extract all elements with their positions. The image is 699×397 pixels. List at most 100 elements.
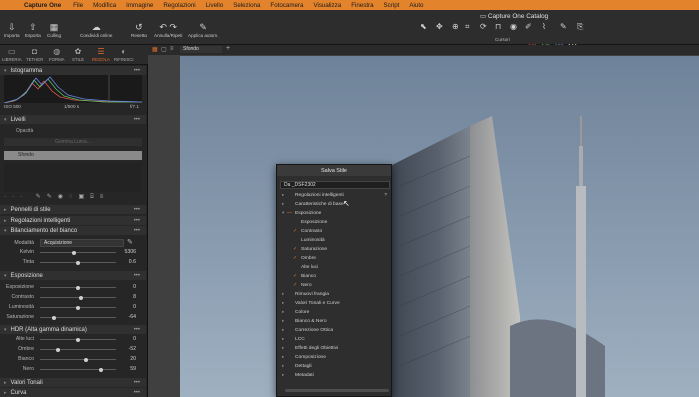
chevron-right-icon[interactable]: ▸ [282,345,284,351]
style-item[interactable]: Luminosità [277,236,391,245]
hdr-value[interactable]: 59 [118,366,136,372]
wb-slider[interactable] [40,260,116,265]
layer-select[interactable]: Sfondo [180,46,222,53]
picker-icon[interactable]: ✎ [127,238,133,246]
hdr-value[interactable]: -52 [118,346,137,352]
layer-background[interactable]: Sfondo [4,151,142,160]
style-item[interactable]: Alte luci [277,263,391,272]
wb-value[interactable]: 0.6 [118,259,136,265]
more-icon[interactable]: ••• [134,273,140,279]
photo[interactable] [180,56,699,397]
checkbox-icon[interactable]: ✓ [293,255,297,261]
checkbox-icon[interactable]: ✓ [293,282,297,288]
exposure-knob[interactable] [76,285,80,290]
wb-knob[interactable] [76,260,80,265]
cursor-zoom-icon[interactable]: ⊕ [452,22,459,31]
more-icon[interactable]: ••• [134,390,140,396]
reset-button[interactable]: ↺ Resetta [131,22,147,38]
apple-icon[interactable] [6,1,14,9]
style-item[interactable]: Esposizione [277,218,391,227]
tab-refine[interactable]: ◐ RIFINISCI [114,46,134,62]
style-item[interactable]: ▸ Valori Tonali e Curve [277,299,391,308]
checkbox-icon[interactable]: ✓ [293,228,297,234]
tab-lens[interactable]: ◍ FORMA [49,46,65,62]
menu-file[interactable]: File [73,2,83,9]
style-item[interactable]: ▸ Rimuovi frangia [277,290,391,299]
exposure-value[interactable]: 0 [118,284,136,290]
style-item[interactable]: ✓ Bianco [277,272,391,281]
checkbox-icon[interactable]: — [287,210,292,216]
hdr-header[interactable]: ▾ HDR (Alta gamma dinamica) ••• [0,325,146,334]
wb-header[interactable]: ▾ Bilanciamento del bianco ••• [0,226,146,235]
checkbox-icon[interactable]: ✓ [293,246,297,252]
more-icon[interactable]: ••• [134,207,140,213]
style-item[interactable]: ▸ Effetti degli Obiettivi [277,344,391,353]
wb-value[interactable]: 5306 [118,249,136,255]
cursor-copy-icon[interactable]: ⎘ [577,22,583,32]
hdr-knob[interactable] [56,347,61,352]
menu-view[interactable]: Visualizza [313,2,341,9]
menu-help[interactable]: Aiuto [409,2,423,9]
tonal-header[interactable]: ▸ Valori Tonali ••• [0,378,146,387]
hdr-slider[interactable] [40,347,116,352]
chevron-down-icon[interactable]: ▾ [282,210,284,216]
hdr-value[interactable]: 20 [118,356,136,362]
layers-view-icon[interactable]: ≡ [170,46,174,52]
menu-image[interactable]: Immagine [126,2,153,9]
checkbox-icon[interactable]: ✓ [293,273,297,279]
menu-window[interactable]: Finestra [351,2,373,9]
more-icon[interactable]: ••• [134,68,140,74]
hdr-slider[interactable] [40,337,116,342]
more-icon[interactable]: ••• [134,327,140,333]
style-name-input[interactable]: Da _DSF2302 [280,181,390,189]
hdr-value[interactable]: 0 [118,336,136,342]
cursor-annotate-icon[interactable]: ✐ [525,22,532,31]
style-item[interactable]: ▸ Correzione Ottica [277,326,391,335]
cursor-picker-icon[interactable]: ✎ [560,22,567,31]
wb-mode-select[interactable]: Acquisizione [40,239,124,247]
cursor-crop-icon[interactable]: ⌗ [465,22,470,32]
chevron-right-icon[interactable]: ▸ [282,300,284,306]
wb-knob[interactable] [72,250,77,255]
brushes-header[interactable]: ▸ Pennelli di stile ••• [0,205,146,214]
style-item[interactable]: ▾ — Esposizione [277,209,391,218]
exposure-knob[interactable] [79,295,84,300]
style-item[interactable]: ▸ Bianco & Nero [277,317,391,326]
menu-script[interactable]: Script [384,2,400,9]
exposure-slider[interactable] [40,295,116,300]
more-icon[interactable]: ••• [134,218,140,224]
hdr-knob[interactable] [98,367,103,372]
hdr-knob[interactable] [83,357,88,362]
hdr-slider[interactable] [40,357,116,362]
more-icon[interactable]: ••• [134,380,140,386]
cursor-spot-icon[interactable]: ◉ [510,22,517,31]
chevron-right-icon[interactable]: ▸ [282,327,284,333]
style-item[interactable]: ▸ Composizione [277,353,391,362]
tab-adjust[interactable]: ☰ REGOLA [92,46,110,62]
exposure-value[interactable]: 8 [118,294,136,300]
chevron-right-icon[interactable]: ▸ [282,309,284,315]
menu-adjustments[interactable]: Regolazioni [163,2,195,9]
histogram-header[interactable]: ▾ Istogramma ••• [0,66,146,75]
style-item[interactable]: ✓ Saturazione [277,245,391,254]
dialog-scrollbar[interactable] [285,389,389,392]
chevron-right-icon[interactable]: ▸ [282,372,284,378]
chevron-right-icon[interactable]: ▸ [282,336,284,342]
chevron-right-icon[interactable]: ▸ [282,192,284,198]
culling-button[interactable]: ▦ Culling [47,22,61,38]
style-item[interactable]: ▸ Regolazioni intelligenti? [277,191,391,200]
exposure-knob[interactable] [76,305,80,310]
more-icon[interactable]: ••• [134,228,140,234]
hdr-knob[interactable] [76,337,80,342]
cursor-pan-icon[interactable]: ✥ [436,22,443,31]
chevron-right-icon[interactable]: ▸ [282,363,284,369]
auto-adjust-button[interactable]: ✎ Applica autom. [188,22,218,38]
exposure-slider[interactable] [40,305,116,310]
cursor-select-icon[interactable]: ⬉ [420,22,427,31]
single-view-icon[interactable]: ▢ [161,46,167,53]
add-layer-icon[interactable]: + [226,45,230,52]
import-button[interactable]: ⇩ Importa [4,22,20,38]
style-item[interactable]: ▸ Caratteristiche di base [277,200,391,209]
undo-redo-button[interactable]: ↶ ↷ Annulla/Ripeti [154,22,182,38]
menu-select[interactable]: Seleziona [233,2,260,9]
